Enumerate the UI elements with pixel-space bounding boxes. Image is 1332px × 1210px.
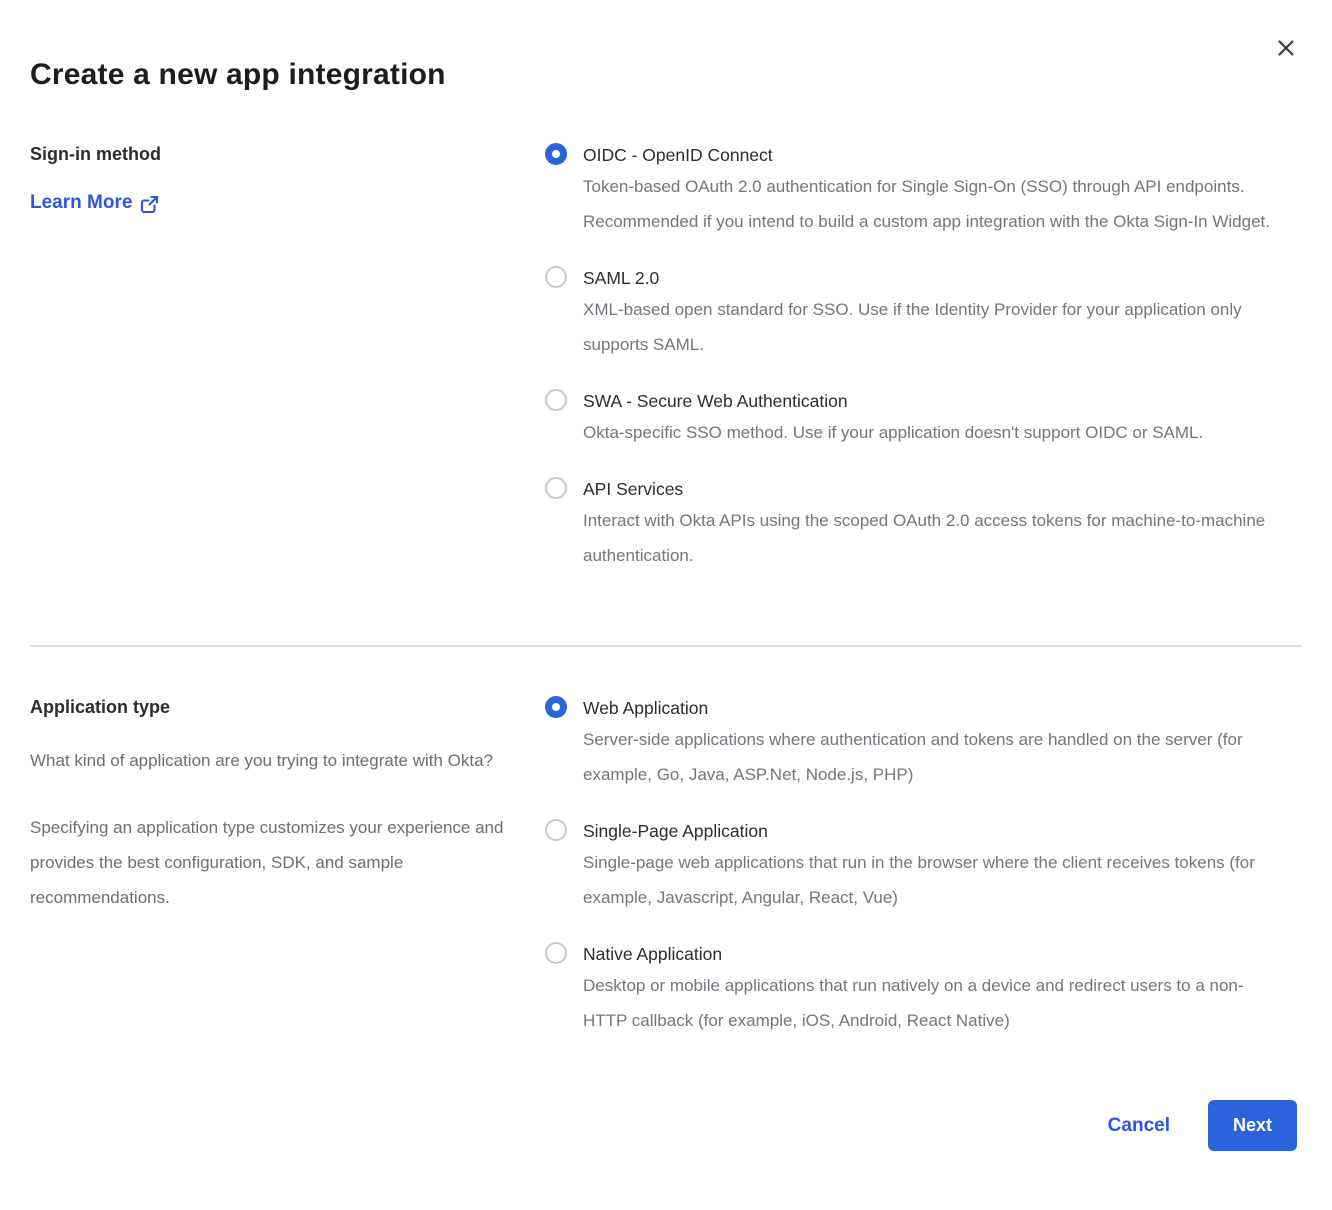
radio-option-label: SWA - Secure Web Authentication (583, 388, 1285, 414)
radio-option-description: Okta-specific SSO method. Use if your ap… (583, 415, 1285, 450)
radio-button[interactable] (545, 143, 567, 165)
signin-method-label: Sign-in method (30, 142, 505, 166)
radio-option-description: Server-side applications where authentic… (583, 722, 1285, 792)
radio-button[interactable] (545, 819, 567, 841)
radio-button[interactable] (545, 696, 567, 718)
radio-option-description: Desktop or mobile applications that run … (583, 968, 1285, 1038)
radio-option-description: Interact with Okta APIs using the scoped… (583, 503, 1285, 573)
radio-option[interactable]: SWA - Secure Web Authentication Okta-spe… (545, 388, 1285, 450)
radio-option[interactable]: Single-Page Application Single-page web … (545, 818, 1285, 915)
application-type-section: Application type What kind of applicatio… (30, 695, 1302, 1038)
radio-option-description: XML-based open standard for SSO. Use if … (583, 292, 1285, 362)
create-app-integration-dialog: Create a new app integration Sign-in met… (0, 0, 1332, 1210)
dialog-footer: Cancel Next (30, 1100, 1302, 1151)
radio-option-label: OIDC - OpenID Connect (583, 142, 1285, 168)
radio-option-label: API Services (583, 476, 1285, 502)
radio-option-description: Token-based OAuth 2.0 authentication for… (583, 169, 1285, 239)
radio-button[interactable] (545, 266, 567, 288)
next-button[interactable]: Next (1208, 1100, 1297, 1151)
radio-option-description: Single-page web applications that run in… (583, 845, 1285, 915)
page-title: Create a new app integration (30, 58, 1302, 92)
signin-method-section: Sign-in method Learn More OIDC - OpenID … (30, 142, 1302, 573)
application-type-question: What kind of application are you trying … (30, 743, 505, 778)
close-icon[interactable] (1272, 34, 1300, 62)
radio-option[interactable]: OIDC - OpenID Connect Token-based OAuth … (545, 142, 1285, 239)
radio-option[interactable]: Web Application Server-side applications… (545, 695, 1285, 792)
application-type-options: Web Application Server-side applications… (545, 695, 1285, 1038)
learn-more-link[interactable]: Learn More (30, 192, 159, 214)
radio-option-label: Single-Page Application (583, 818, 1285, 844)
application-type-label: Application type (30, 695, 505, 719)
application-type-help-text: Specifying an application type customize… (30, 810, 505, 915)
radio-button[interactable] (545, 477, 567, 499)
external-link-icon (140, 193, 159, 214)
radio-option[interactable]: API Services Interact with Okta APIs usi… (545, 476, 1285, 573)
cancel-button[interactable]: Cancel (1108, 1115, 1170, 1137)
radio-option-label: Web Application (583, 695, 1285, 721)
radio-button[interactable] (545, 942, 567, 964)
learn-more-label: Learn More (30, 192, 132, 214)
section-divider (30, 645, 1302, 647)
radio-option-label: Native Application (583, 941, 1285, 967)
radio-option[interactable]: Native Application Desktop or mobile app… (545, 941, 1285, 1038)
radio-button[interactable] (545, 389, 567, 411)
signin-method-options: OIDC - OpenID Connect Token-based OAuth … (545, 142, 1285, 573)
radio-option[interactable]: SAML 2.0 XML-based open standard for SSO… (545, 265, 1285, 362)
radio-option-label: SAML 2.0 (583, 265, 1285, 291)
